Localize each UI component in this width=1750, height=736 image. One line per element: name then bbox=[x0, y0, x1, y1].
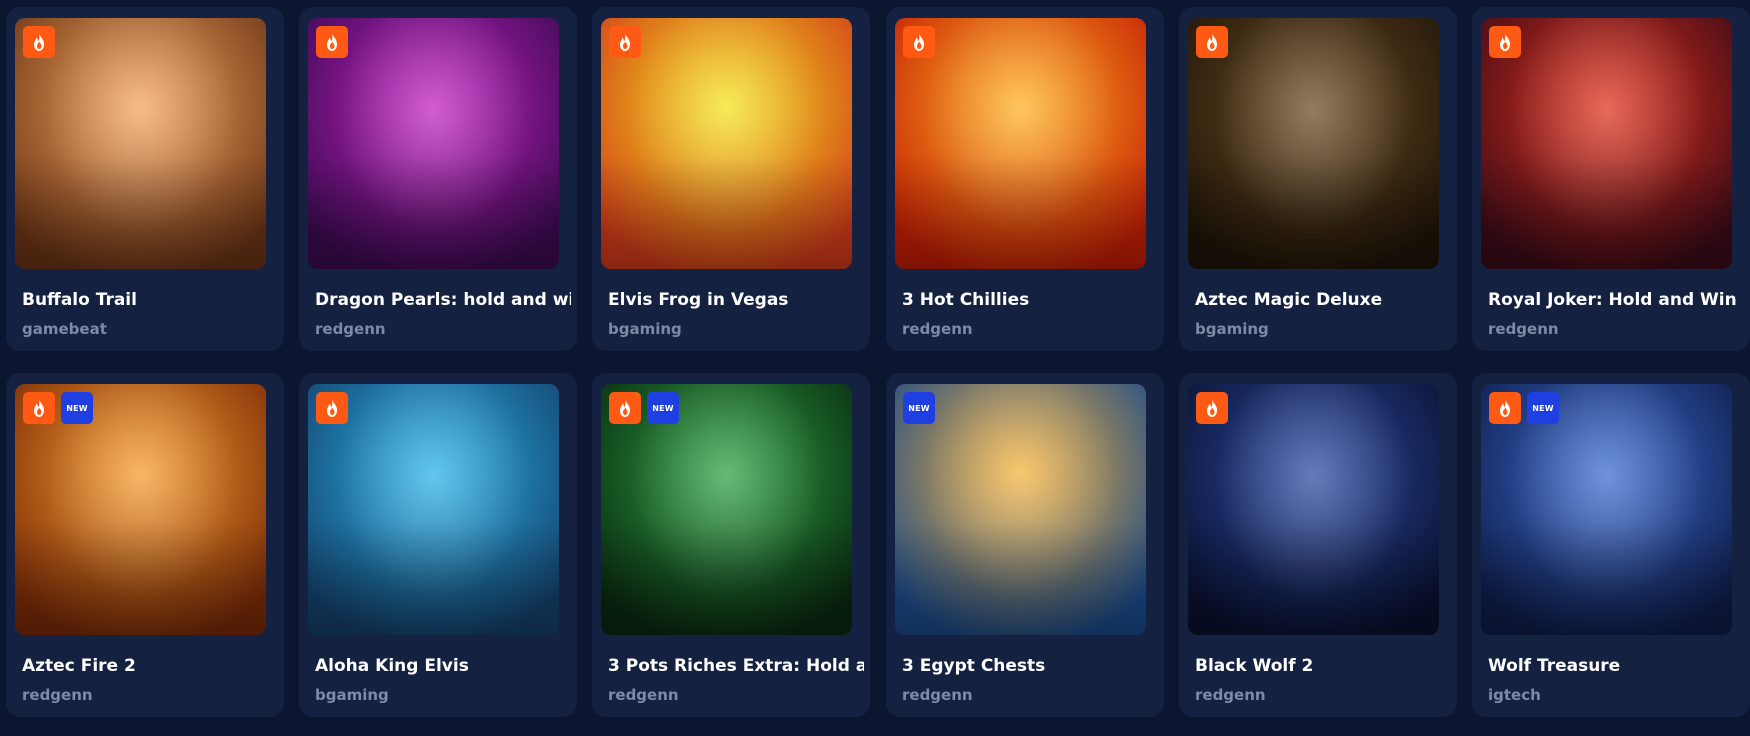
game-provider[interactable]: redgenn bbox=[608, 685, 679, 705]
game-card[interactable]: NEW Black Wolf 2 redgenn bbox=[1179, 373, 1457, 717]
game-card[interactable]: NEW Wolf Treasure igtech bbox=[1472, 373, 1750, 717]
game-title[interactable]: 3 Hot Chillies bbox=[902, 289, 1158, 311]
game-badges: NEW bbox=[903, 392, 935, 424]
game-badges: NEW bbox=[609, 26, 641, 58]
flame-icon bbox=[1489, 26, 1521, 58]
game-title[interactable]: Aztec Magic Deluxe bbox=[1195, 289, 1451, 311]
game-title[interactable]: Dragon Pearls: hold and win bbox=[315, 289, 571, 311]
game-badges: NEW bbox=[903, 26, 935, 58]
game-card[interactable]: NEW Aloha King Elvis bgaming bbox=[299, 373, 577, 717]
game-card[interactable]: NEW Aztec Fire 2 redgenn bbox=[6, 373, 284, 717]
new-badge: NEW bbox=[61, 392, 93, 424]
game-badges: NEW bbox=[1489, 392, 1559, 424]
game-provider[interactable]: redgenn bbox=[315, 319, 386, 339]
game-provider[interactable]: redgenn bbox=[902, 319, 973, 339]
flame-icon bbox=[316, 392, 348, 424]
game-card[interactable]: NEW Buffalo Trail gamebeat bbox=[6, 7, 284, 351]
game-title[interactable]: Aloha King Elvis bbox=[315, 655, 571, 677]
game-card[interactable]: NEW Aztec Magic Deluxe bgaming bbox=[1179, 7, 1457, 351]
flame-icon bbox=[903, 26, 935, 58]
game-grid: NEW Buffalo Trail gamebeat NEW Dragon Pearls… bbox=[0, 0, 1750, 736]
flame-icon bbox=[1196, 26, 1228, 58]
game-title[interactable]: Elvis Frog in Vegas bbox=[608, 289, 864, 311]
new-badge: NEW bbox=[1527, 392, 1559, 424]
new-badge: NEW bbox=[903, 392, 935, 424]
game-badges: NEW bbox=[23, 26, 55, 58]
flame-icon bbox=[316, 26, 348, 58]
game-title[interactable]: Wolf Treasure bbox=[1488, 655, 1744, 677]
game-title[interactable]: 3 Pots Riches Extra: Hold and bbox=[608, 655, 864, 677]
game-title[interactable]: 3 Egypt Chests bbox=[902, 655, 1158, 677]
game-provider[interactable]: igtech bbox=[1488, 685, 1541, 705]
game-provider[interactable]: redgenn bbox=[1488, 319, 1559, 339]
game-badges: NEW bbox=[1196, 26, 1228, 58]
game-card[interactable]: NEW Royal Joker: Hold and Win redgenn bbox=[1472, 7, 1750, 351]
game-provider[interactable]: gamebeat bbox=[22, 319, 107, 339]
game-badges: NEW bbox=[609, 392, 679, 424]
flame-icon bbox=[609, 26, 641, 58]
new-badge: NEW bbox=[647, 392, 679, 424]
game-card[interactable]: NEW 3 Hot Chillies redgenn bbox=[886, 7, 1164, 351]
game-provider[interactable]: bgaming bbox=[315, 685, 389, 705]
game-card[interactable]: NEW Elvis Frog in Vegas bgaming bbox=[592, 7, 870, 351]
game-badges: NEW bbox=[1196, 392, 1228, 424]
game-provider[interactable]: redgenn bbox=[1195, 685, 1266, 705]
game-card[interactable]: NEW 3 Egypt Chests redgenn bbox=[886, 373, 1164, 717]
game-title[interactable]: Buffalo Trail bbox=[22, 289, 278, 311]
game-badges: NEW bbox=[23, 392, 93, 424]
flame-icon bbox=[1489, 392, 1521, 424]
game-provider[interactable]: redgenn bbox=[902, 685, 973, 705]
flame-icon bbox=[23, 26, 55, 58]
game-title[interactable]: Royal Joker: Hold and Win bbox=[1488, 289, 1744, 311]
game-title[interactable]: Black Wolf 2 bbox=[1195, 655, 1451, 677]
game-card[interactable]: NEW Dragon Pearls: hold and win redgenn bbox=[299, 7, 577, 351]
game-provider[interactable]: redgenn bbox=[22, 685, 93, 705]
game-provider[interactable]: bgaming bbox=[1195, 319, 1269, 339]
game-badges: NEW bbox=[1489, 26, 1521, 58]
game-badges: NEW bbox=[316, 26, 348, 58]
flame-icon bbox=[609, 392, 641, 424]
game-title[interactable]: Aztec Fire 2 bbox=[22, 655, 278, 677]
game-card[interactable]: NEW 3 Pots Riches Extra: Hold and redgenn bbox=[592, 373, 870, 717]
game-badges: NEW bbox=[316, 392, 348, 424]
flame-icon bbox=[1196, 392, 1228, 424]
flame-icon bbox=[23, 392, 55, 424]
game-provider[interactable]: bgaming bbox=[608, 319, 682, 339]
